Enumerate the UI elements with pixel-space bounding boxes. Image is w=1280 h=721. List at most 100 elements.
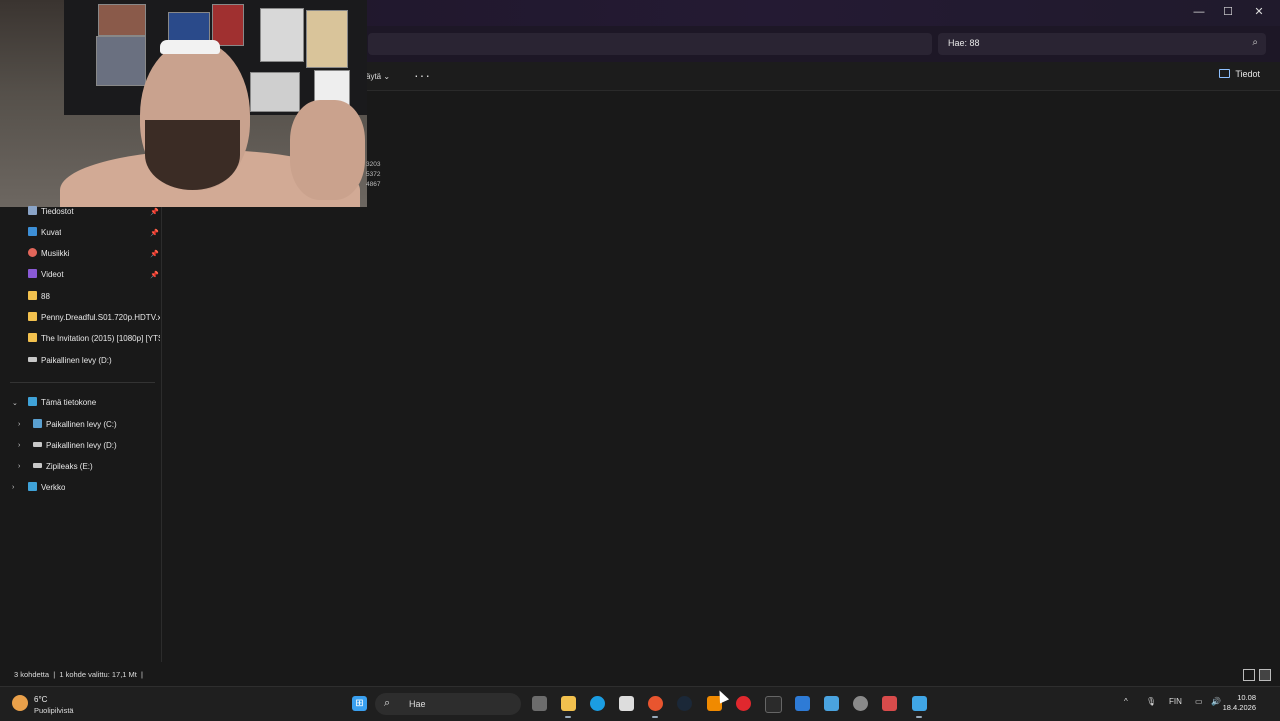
sidebar-item-drive-e[interactable]: Zipileaks (E:) <box>33 457 93 477</box>
file-list-area[interactable] <box>162 91 1280 663</box>
drive-icon <box>28 357 37 362</box>
taskbar-search-label: Hae <box>409 699 426 709</box>
item-count: 3 kohdetta <box>14 670 50 679</box>
wall-poster <box>98 4 146 36</box>
taskbar-search[interactable]: ⌕ Hae <box>375 693 521 715</box>
person-cap <box>160 40 220 54</box>
status-bar: 3 kohdetta | 1 kohde valittu: 17,1 Mt | <box>0 664 1280 684</box>
steam-icon[interactable] <box>677 696 692 711</box>
pin-icon[interactable]: 📌 <box>150 208 159 216</box>
terminal-icon[interactable] <box>765 696 782 713</box>
chevron-down-icon: ⌄ <box>383 72 391 81</box>
sidebar-item-folder-penny-dreadful[interactable]: Penny.Dreadful.S01.720p.HDTV.x2 <box>28 308 160 328</box>
notepad-icon[interactable] <box>912 696 927 711</box>
sidebar-item-this-pc[interactable]: Tämä tietokone <box>28 393 96 413</box>
folder-icon <box>28 291 37 300</box>
sidebar-item-folder-the-invitation[interactable]: The Invitation (2015) [1080p] [YTS <box>28 329 160 349</box>
more-options-button[interactable]: ··· <box>414 67 431 83</box>
navigation-pane: Tiedostot 📌 Kuvat 📌 Musiikki 📌 Videot 📌 … <box>0 206 162 662</box>
status-text: 3 kohdetta | 1 kohde valittu: 17,1 Mt | <box>14 670 143 679</box>
taskbar: 6°C Puolipilvistä ⊞ ⌕ Hae ^ 🎙 FIN ▭ 🔊 10… <box>0 686 1280 721</box>
chevron-right-icon[interactable]: › <box>18 442 20 449</box>
weather-temperature: 6°C <box>34 695 48 704</box>
drive-icon <box>33 463 42 468</box>
sidebar-item-network[interactable]: Verkko <box>28 478 65 498</box>
remote-desktop-icon[interactable] <box>824 696 839 711</box>
details-button[interactable]: Tiedot <box>1219 69 1260 79</box>
folder-icon <box>28 312 37 321</box>
volume-icon[interactable]: 🔊 <box>1211 697 1221 706</box>
sidebar-item-pictures[interactable]: Kuvat <box>28 223 61 243</box>
clock-time: 10.08 <box>1237 693 1256 702</box>
weather-description: Puolipilvistä <box>34 706 74 715</box>
running-indicator <box>916 716 922 718</box>
document-icon <box>28 206 37 215</box>
sidebar-item-label: Penny.Dreadful.S01.720p.HDTV.x2 <box>41 313 160 322</box>
chevron-down-icon[interactable]: ⌄ <box>12 399 18 407</box>
weather-icon <box>12 695 28 711</box>
computer-icon <box>28 397 37 406</box>
settings-icon[interactable] <box>853 696 868 711</box>
chevron-right-icon[interactable]: › <box>18 421 20 428</box>
network-status-icon[interactable]: ▭ <box>1195 697 1203 706</box>
sidebar-item-music[interactable]: Musiikki <box>28 244 69 264</box>
sidebar-item-label: Paikallinen levy (C:) <box>46 420 117 429</box>
edge-icon[interactable] <box>590 696 605 711</box>
task-view-icon[interactable] <box>532 696 547 711</box>
search-input[interactable]: Hae: 88 ⌕ <box>938 33 1266 55</box>
music-icon <box>28 248 37 257</box>
sidebar-item-label: Zipileaks (E:) <box>46 462 93 471</box>
maximize-button[interactable]: ☐ <box>1215 3 1241 21</box>
sidebar-item-drive-c[interactable]: Paikallinen levy (C:) <box>33 415 117 435</box>
sidebar-item-label: Paikallinen levy (D:) <box>46 441 117 450</box>
chevron-right-icon[interactable]: › <box>12 484 14 491</box>
pin-icon[interactable]: 📌 <box>150 229 159 237</box>
close-button[interactable]: ✕ <box>1246 3 1272 21</box>
sidebar-item-documents[interactable]: Tiedostot <box>28 202 74 222</box>
sidebar-item-label: Videot <box>41 270 64 279</box>
store-icon[interactable] <box>619 696 634 711</box>
address-bar[interactable] <box>368 33 932 55</box>
search-icon: ⌕ <box>384 697 391 709</box>
sidebar-item-label: Paikallinen levy (D:) <box>41 356 112 365</box>
video-icon <box>28 269 37 278</box>
sidebar-item-videos[interactable]: Videot <box>28 265 64 285</box>
wall-poster <box>96 36 146 86</box>
folder-icon <box>28 333 37 342</box>
pin-icon[interactable]: 📌 <box>150 271 159 279</box>
system-drive-icon <box>33 419 42 428</box>
pictures-icon <box>28 227 37 236</box>
large-icons-view-icon[interactable] <box>1259 669 1271 681</box>
wall-poster <box>260 8 304 62</box>
app-icon[interactable] <box>882 696 897 711</box>
snipping-icon[interactable] <box>795 696 810 711</box>
opera-icon[interactable] <box>736 696 751 711</box>
details-pane-icon <box>1219 69 1231 78</box>
wall-poster <box>306 10 348 68</box>
search-icon: ⌕ <box>1252 37 1258 48</box>
pin-icon[interactable]: 📌 <box>150 250 159 258</box>
running-indicator <box>565 716 571 718</box>
view-button[interactable]: äytä ⌄ <box>366 72 390 81</box>
sidebar-item-folder-88[interactable]: 88 <box>28 287 160 307</box>
start-icon[interactable]: ⊞ <box>352 696 367 711</box>
sidebar-divider <box>10 382 155 383</box>
firefox-icon[interactable] <box>648 696 663 711</box>
sidebar-item-label: Verkko <box>41 483 66 492</box>
sidebar-item-drive-d2[interactable]: Paikallinen levy (D:) <box>33 436 117 456</box>
clock[interactable]: 10.08 18.4.2026 <box>1223 693 1256 713</box>
details-view-icon[interactable] <box>1243 669 1255 681</box>
sidebar-item-drive-d[interactable]: Paikallinen levy (D:) <box>28 351 112 371</box>
running-indicator <box>652 716 658 718</box>
microphone-icon[interactable]: 🎙 <box>1146 697 1156 706</box>
sidebar-item-label: Tiedostot <box>41 207 74 216</box>
chevron-up-icon[interactable]: ^ <box>1124 697 1128 706</box>
sidebar-item-label: 88 <box>41 292 50 301</box>
file-explorer-icon[interactable] <box>561 696 576 711</box>
minimize-button[interactable]: — <box>1186 3 1212 21</box>
sidebar-item-label: Musiikki <box>41 249 70 258</box>
sidebar-item-label: Tämä tietokone <box>41 398 97 407</box>
chevron-right-icon[interactable]: › <box>18 463 20 470</box>
drive-icon <box>33 442 42 447</box>
language-indicator[interactable]: FIN <box>1169 697 1182 706</box>
